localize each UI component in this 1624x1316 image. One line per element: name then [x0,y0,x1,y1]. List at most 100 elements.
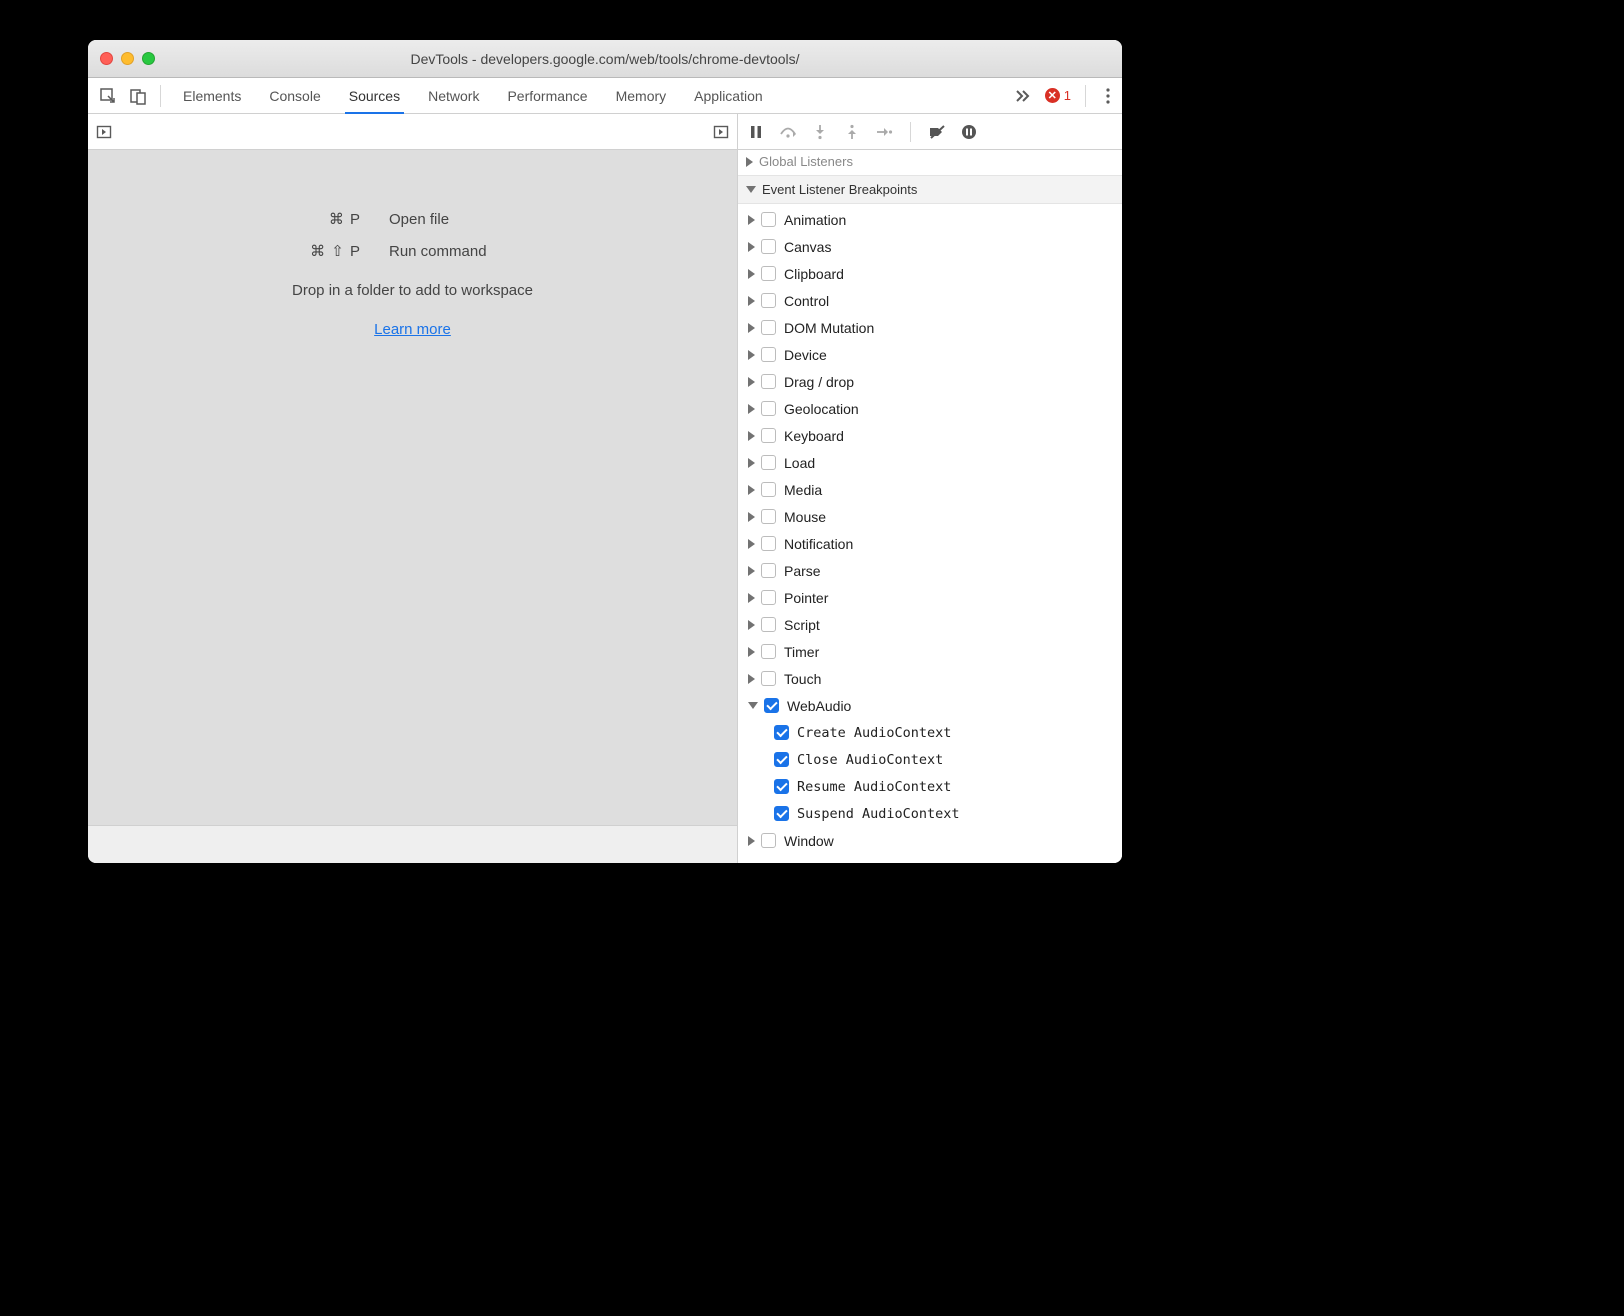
section-event-listener-breakpoints[interactable]: Event Listener Breakpoints [738,175,1122,204]
toolbar-divider-2 [1085,85,1086,107]
window-title: DevTools - developers.google.com/web/too… [88,51,1122,67]
category-checkbox[interactable] [761,320,776,335]
step-over-icon[interactable] [778,122,798,142]
category-drag-drop[interactable]: Drag / drop [738,368,1122,395]
category-checkbox[interactable] [761,266,776,281]
category-checkbox[interactable] [761,671,776,686]
deactivate-breakpoints-icon[interactable] [927,122,947,142]
inspect-icon[interactable] [94,82,122,110]
sources-left-header [88,114,737,150]
kebab-menu-icon[interactable] [1100,88,1116,104]
category-load[interactable]: Load [738,449,1122,476]
category-checkbox[interactable] [761,212,776,227]
event-checkbox[interactable] [774,806,789,821]
panel-tabs: Elements Console Sources Network Perform… [169,78,777,113]
chevron-right-icon [748,593,755,603]
category-parse[interactable]: Parse [738,557,1122,584]
category-notification[interactable]: Notification [738,530,1122,557]
event-categories-tree: AnimationCanvas Clipboard Control DOM Mutat… [738,204,1122,860]
category-checkbox[interactable] [761,428,776,443]
category-checkbox[interactable] [761,509,776,524]
minimize-window-button[interactable] [121,52,134,65]
main-toolbar: Elements Console Sources Network Perform… [88,78,1122,114]
event-suspend-audiocontext[interactable]: Suspend AudioContext [738,800,1122,827]
debugger-toggle-icon[interactable] [713,124,729,140]
category-label: Script [784,617,820,633]
category-media[interactable]: Media [738,476,1122,503]
category-checkbox[interactable] [761,617,776,632]
event-checkbox[interactable] [774,725,789,740]
category-label: Keyboard [784,428,844,444]
category-mouse[interactable]: Mouse [738,503,1122,530]
category-checkbox[interactable] [761,347,776,362]
event-label: Close AudioContext [797,752,943,768]
category-checkbox[interactable] [761,563,776,578]
category-label: Control [784,293,829,309]
category-label: WebAudio [787,698,851,714]
category-label: Drag / drop [784,374,854,390]
category-checkbox[interactable] [761,401,776,416]
chevron-right-icon [746,157,753,167]
navigator-toggle-icon[interactable] [96,124,112,140]
step-into-icon[interactable] [810,122,830,142]
debugger-panel: Global Listeners Event Listener Breakpoi… [738,114,1122,863]
category-script[interactable]: Script [738,611,1122,638]
tab-application[interactable]: Application [680,78,777,113]
pause-icon[interactable] [746,122,766,142]
category-checkbox[interactable] [761,455,776,470]
more-tabs-icon[interactable] [1009,82,1037,110]
category-checkbox[interactable] [761,833,776,848]
category-device[interactable]: Device [738,341,1122,368]
chevron-right-icon [748,647,755,657]
category-checkbox[interactable] [761,590,776,605]
category-checkbox[interactable] [761,536,776,551]
tab-memory[interactable]: Memory [602,78,681,113]
chevron-right-icon [748,485,755,495]
section-global-listeners[interactable]: Global Listeners [738,150,1122,175]
category-geolocation[interactable]: Geolocation [738,395,1122,422]
category-checkbox[interactable] [764,698,779,713]
tab-sources[interactable]: Sources [335,78,414,113]
step-out-icon[interactable] [842,122,862,142]
category-touch[interactable]: Touch [738,665,1122,692]
category-animation[interactable]: Animation [738,206,1122,233]
category-clipboard[interactable]: Clipboard [738,260,1122,287]
error-badge[interactable]: ✕ 1 [1045,88,1071,103]
devtools-window: DevTools - developers.google.com/web/too… [88,40,1122,863]
category-checkbox[interactable] [761,644,776,659]
event-checkbox[interactable] [774,779,789,794]
sources-left-panel: ⌘ P Open file ⌘ ⇧ P Run command Drop in … [88,114,738,863]
device-toggle-icon[interactable] [124,82,152,110]
tab-elements[interactable]: Elements [169,78,255,113]
category-pointer[interactable]: Pointer [738,584,1122,611]
event-checkbox[interactable] [774,752,789,767]
category-label: Notification [784,536,853,552]
learn-more-link[interactable]: Learn more [374,321,451,338]
event-resume-audiocontext[interactable]: Resume AudioContext [738,773,1122,800]
chevron-right-icon [748,566,755,576]
zoom-window-button[interactable] [142,52,155,65]
pause-on-exceptions-icon[interactable] [959,122,979,142]
category-checkbox[interactable] [761,239,776,254]
category-control[interactable]: Control [738,287,1122,314]
tab-console[interactable]: Console [255,78,334,113]
category-checkbox[interactable] [761,482,776,497]
tab-network[interactable]: Network [414,78,493,113]
close-window-button[interactable] [100,52,113,65]
step-icon[interactable] [874,122,894,142]
chevron-right-icon [748,215,755,225]
category-keyboard[interactable]: Keyboard [738,422,1122,449]
tab-performance[interactable]: Performance [493,78,601,113]
category-checkbox[interactable] [761,293,776,308]
category-window[interactable]: Window [738,827,1122,854]
chevron-right-icon [748,404,755,414]
event-close-audiocontext[interactable]: Close AudioContext [738,746,1122,773]
category-timer[interactable]: Timer [738,638,1122,665]
category-webaudio[interactable]: WebAudio [738,692,1122,719]
section-title: Global Listeners [759,154,853,169]
category-checkbox[interactable] [761,374,776,389]
category-canvas[interactable]: Canvas [738,233,1122,260]
category-dom-mutation[interactable]: DOM Mutation [738,314,1122,341]
category-label: Clipboard [784,266,844,282]
event-create-audiocontext[interactable]: Create AudioContext [738,719,1122,746]
